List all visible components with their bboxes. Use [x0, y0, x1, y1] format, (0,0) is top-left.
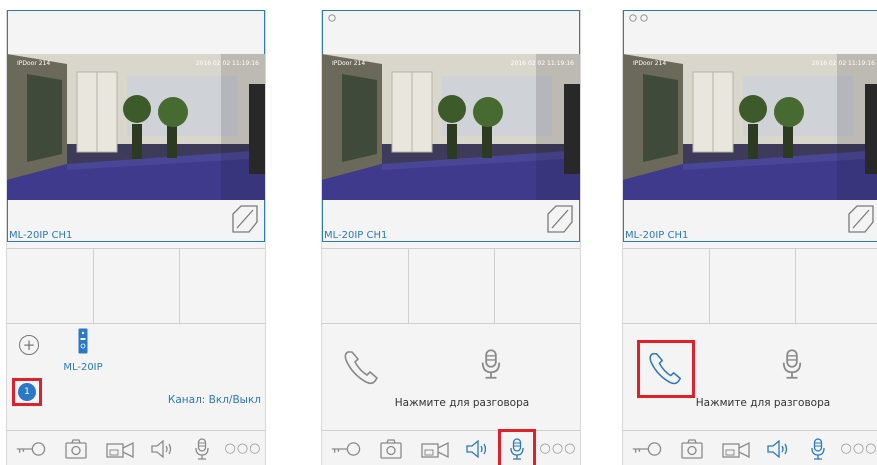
phone-screen-3: IPDoor 214 2016 02 02 11:19:16 ML-20IP C…	[622, 10, 877, 465]
bottom-toolbar: ○○○	[7, 430, 265, 465]
grid-cell[interactable]	[710, 249, 796, 323]
phone-screen-2: IPDoor 214 2016 02 02 11:19:16 ML-20IP C…	[321, 10, 581, 465]
handset-icon	[647, 350, 685, 388]
unlock-button[interactable]	[9, 431, 51, 465]
camera-icon	[380, 439, 402, 459]
intercom-device-icon	[78, 328, 88, 354]
more-icon: ○○○	[840, 441, 877, 456]
video-record-icon	[421, 440, 449, 458]
record-button[interactable]	[101, 431, 139, 465]
channel-label: ML-20IP CH1	[625, 230, 689, 241]
video-overlay-left: IPDoor 214	[17, 60, 51, 67]
grid-cell[interactable]	[495, 249, 580, 323]
plus-icon: +	[22, 335, 36, 354]
microphone-icon	[810, 438, 826, 460]
video-overlay-timestamp: 2016 02 02 11:19:16	[510, 60, 574, 67]
microphone-icon	[480, 348, 502, 380]
phone-screen-1: IPDoor 214 2016 02 02 11:19:16 ML-20IP C…	[6, 10, 266, 465]
bottom-toolbar: ○○○	[623, 430, 877, 465]
bottom-toolbar: ○○○	[322, 429, 580, 465]
speaker-icon	[465, 440, 489, 458]
device-name: ML-20IP	[63, 362, 103, 373]
fullscreen-icon[interactable]	[546, 204, 574, 234]
more-button[interactable]: ○○○	[538, 431, 578, 465]
channel-grid	[623, 248, 877, 324]
channel-toggle-link[interactable]: Канал: Вкл/Выкл	[168, 394, 261, 406]
record-button[interactable]	[416, 431, 454, 465]
speaker-button[interactable]	[460, 431, 494, 465]
key-icon	[329, 441, 361, 457]
unlock-button[interactable]	[625, 431, 667, 465]
grid-cell[interactable]	[409, 249, 495, 323]
talk-hint: Нажмите для разговора	[695, 397, 831, 409]
camera-icon	[681, 439, 703, 459]
more-icon: ○○○	[539, 441, 577, 456]
more-icon: ○○○	[224, 441, 262, 456]
speaker-button[interactable]	[145, 431, 179, 465]
push-to-talk-button[interactable]	[480, 348, 504, 382]
video-overlay-timestamp: 2016 02 02 11:19:16	[195, 60, 259, 67]
channel-grid	[322, 248, 580, 324]
talk-hint: Нажмите для разговора	[394, 397, 530, 409]
handset-icon	[342, 348, 382, 388]
camera-feed[interactable]: IPDoor 214 2016 02 02 11:19:16	[322, 54, 580, 200]
device-item[interactable]: ML-20IP	[55, 328, 111, 376]
mic-button[interactable]	[498, 429, 536, 465]
camera-feed[interactable]: IPDoor 214 2016 02 02 11:19:16	[7, 54, 265, 200]
fullscreen-icon[interactable]	[231, 204, 259, 234]
more-button[interactable]: ○○○	[223, 431, 263, 465]
key-icon	[14, 441, 46, 457]
mic-button[interactable]	[801, 431, 835, 465]
channel-label: ML-20IP CH1	[9, 230, 73, 241]
snapshot-button[interactable]	[675, 431, 709, 465]
grid-cell[interactable]	[623, 249, 710, 323]
snapshot-button[interactable]	[59, 431, 93, 465]
grid-cell[interactable]	[94, 249, 180, 323]
more-button[interactable]: ○○○	[839, 431, 877, 465]
channel-grid	[7, 248, 265, 324]
microphone-icon	[509, 438, 525, 460]
grid-cell[interactable]	[322, 249, 409, 323]
speaker-button[interactable]	[761, 431, 795, 465]
microphone-icon	[781, 348, 803, 380]
badge-count: 1	[24, 387, 30, 397]
camera-icon	[65, 439, 87, 459]
record-button[interactable]	[717, 431, 755, 465]
channel-badge[interactable]: 1	[18, 383, 36, 401]
speaker-icon	[766, 440, 790, 458]
add-device-button[interactable]: +	[19, 335, 39, 355]
unlock-button[interactable]	[324, 431, 366, 465]
channel-label: ML-20IP CH1	[324, 230, 388, 241]
push-to-talk-button[interactable]	[781, 348, 805, 382]
fullscreen-icon[interactable]	[847, 204, 875, 234]
video-record-icon	[722, 440, 750, 458]
video-record-icon	[106, 440, 134, 458]
speaker-icon	[150, 440, 174, 458]
microphone-icon	[194, 438, 210, 460]
video-overlay-left: IPDoor 214	[332, 60, 366, 67]
answer-call-button[interactable]	[637, 340, 695, 398]
grid-cell[interactable]	[796, 249, 877, 323]
mic-button[interactable]	[185, 431, 219, 465]
snapshot-button[interactable]	[374, 431, 408, 465]
camera-feed[interactable]: IPDoor 214 2016 02 02 11:19:16	[623, 54, 877, 200]
video-overlay-timestamp: 2016 02 02 11:19:16	[811, 60, 875, 67]
grid-cell[interactable]	[180, 249, 265, 323]
key-icon	[630, 441, 662, 457]
answer-call-button[interactable]	[342, 348, 386, 392]
grid-cell[interactable]	[7, 249, 94, 323]
video-overlay-left: IPDoor 214	[633, 60, 667, 67]
